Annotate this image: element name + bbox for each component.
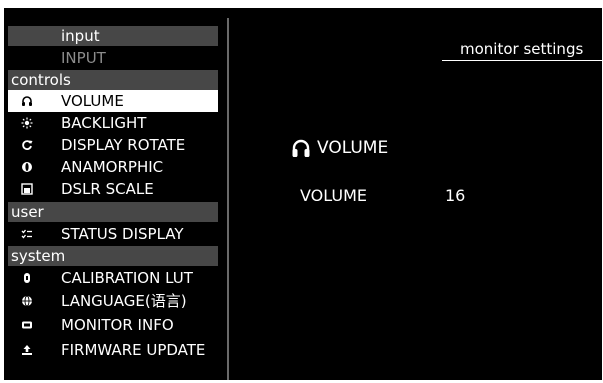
input-source-value[interactable]: INPUT — [61, 48, 106, 68]
menu-item-volume[interactable]: VOLUME — [8, 90, 218, 112]
menu-item-language[interactable]: LANGUAGE(语言) — [8, 290, 218, 312]
volume-param-value[interactable]: 16 — [445, 186, 465, 205]
page-title-text: monitor settings — [460, 40, 584, 58]
menu-item-status-display[interactable]: STATUS DISPLAY — [8, 223, 218, 245]
menu-item-display-rotate[interactable]: DISPLAY ROTATE — [8, 134, 218, 156]
lut-icon — [20, 267, 34, 289]
menu-item-label: BACKLIGHT — [61, 114, 147, 132]
section-system-label: system — [11, 247, 66, 265]
menu-divider — [227, 18, 229, 380]
sun-icon — [20, 112, 34, 134]
menu-item-label: ANAMORPHIC — [61, 158, 164, 176]
osd-screen: input INPUT controls VOLUME BACKLIGHT DI… — [4, 8, 602, 380]
menu-item-dslr-scale[interactable]: DSLR SCALE — [8, 178, 218, 200]
menu-item-label: STATUS DISPLAY — [61, 225, 184, 243]
settings-menu: input INPUT controls VOLUME BACKLIGHT DI… — [8, 26, 218, 380]
menu-item-label: FIRMWARE UPDATE — [61, 341, 206, 359]
section-input[interactable]: input — [8, 26, 218, 46]
menu-item-label: VOLUME — [61, 92, 124, 110]
rotate-icon — [20, 134, 34, 156]
globe-icon — [20, 290, 34, 312]
headphones-icon — [291, 138, 313, 160]
section-user-label: user — [11, 203, 44, 221]
volume-param-label: VOLUME — [300, 186, 367, 205]
upload-icon — [20, 339, 34, 361]
menu-item-monitor-info[interactable]: MONITOR INFO — [8, 314, 218, 336]
section-user: user — [8, 202, 218, 222]
status-icon — [20, 223, 34, 245]
menu-item-label: LANGUAGE(语言) — [61, 292, 187, 310]
menu-item-label: DISPLAY ROTATE — [61, 136, 186, 154]
scale-icon — [20, 178, 34, 200]
menu-item-anamorphic[interactable]: ANAMORPHIC — [8, 156, 218, 178]
section-controls: controls — [8, 70, 218, 90]
headphones-icon — [20, 90, 34, 112]
menu-item-label: CALIBRATION LUT — [61, 269, 193, 287]
section-input-label: input — [61, 27, 100, 45]
section-system: system — [8, 246, 218, 266]
anamorphic-icon — [20, 156, 34, 178]
menu-item-calibration-lut[interactable]: CALIBRATION LUT — [8, 267, 218, 289]
monitor-icon — [20, 314, 34, 336]
page-title: monitor settings — [442, 40, 602, 61]
panel-heading-label: VOLUME — [317, 138, 389, 158]
menu-item-label: MONITOR INFO — [61, 316, 174, 334]
menu-item-backlight[interactable]: BACKLIGHT — [8, 112, 218, 134]
section-controls-label: controls — [11, 71, 71, 89]
menu-item-firmware-update[interactable]: FIRMWARE UPDATE — [8, 339, 218, 361]
menu-item-label: DSLR SCALE — [61, 180, 154, 198]
